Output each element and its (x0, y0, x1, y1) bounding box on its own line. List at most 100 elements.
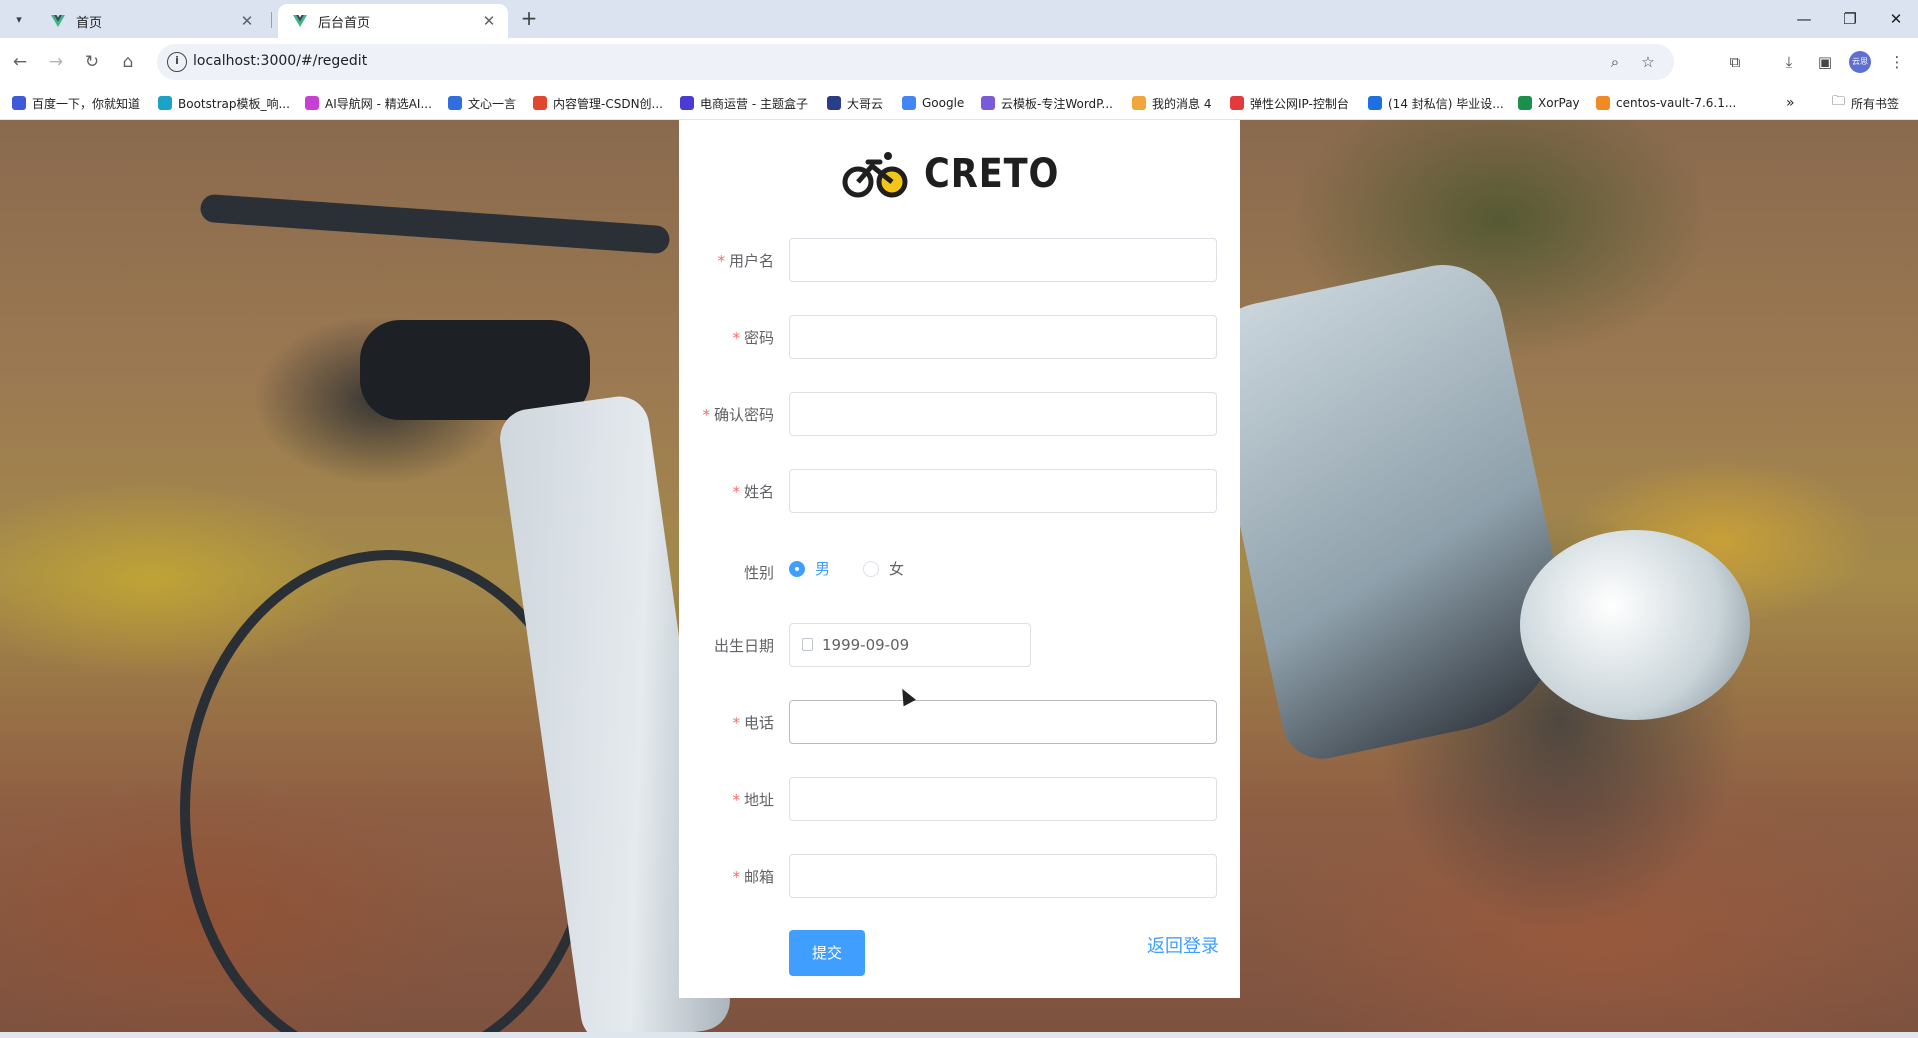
back-icon[interactable]: ← (6, 48, 34, 76)
birthday-row: 出生日期 1999-09-09 (679, 623, 1240, 667)
bookmark-item[interactable]: 大哥云 (827, 94, 883, 112)
phone-label: * 电话 (732, 714, 774, 732)
tab-search-button[interactable]: ▾ (8, 8, 30, 30)
register-card: CRETO * 用户名 * 密码 * 确认密码 * 姓名 性别 男 女 出生日期… (679, 120, 1240, 998)
folder-icon: 🗀 (1832, 94, 1846, 109)
bookmarks-bar: 百度一下，你就知道 Bootstrap模板_响... AI导航网 - 精选AI.… (0, 86, 1918, 120)
birthday-label: 出生日期 (713, 637, 774, 655)
bookmark-favicon-icon (1132, 96, 1146, 110)
forward-icon[interactable]: → (42, 48, 70, 76)
back-to-login-link[interactable]: 返回登录 (1147, 932, 1219, 958)
password-label: * 密码 (732, 329, 774, 347)
site-info-icon[interactable]: i (167, 52, 187, 72)
bookmark-item[interactable]: Google (902, 94, 964, 112)
birthday-value: 1999-09-09 (822, 636, 910, 654)
brand-header: CRETO (679, 144, 1240, 204)
bookmark-item[interactable]: XorPay (1518, 94, 1580, 112)
background-photo-handlebar (199, 193, 671, 255)
bookmark-favicon-icon (680, 96, 694, 110)
tab-title: 后台首页 (318, 15, 371, 31)
name-label: * 姓名 (732, 483, 774, 501)
bookmark-favicon-icon (12, 96, 26, 110)
url-text[interactable]: localhost:3000/#/regedit (193, 53, 367, 69)
bookmark-item[interactable]: centos-vault-7.6.1... (1596, 94, 1736, 112)
bookmark-favicon-icon (448, 96, 462, 110)
minimize-button[interactable]: — (1784, 4, 1824, 34)
gender-label: 性别 (743, 564, 774, 582)
calendar-icon (802, 638, 813, 651)
submit-button[interactable]: 提交 (789, 930, 865, 976)
bookmark-item[interactable]: 百度一下，你就知道 (12, 94, 140, 112)
gender-radio-female[interactable]: 女 (863, 558, 904, 579)
address-input[interactable] (789, 777, 1217, 821)
close-icon[interactable]: ✕ (238, 12, 256, 30)
username-label: * 用户名 (717, 252, 774, 270)
bookmark-item[interactable]: 内容管理-CSDN创... (533, 94, 663, 112)
vue-logo-icon (293, 15, 307, 27)
all-bookmarks-folder[interactable]: 🗀 所有书签 (1832, 94, 1899, 112)
bookmark-item[interactable]: 弹性公网IP-控制台 (1230, 94, 1349, 112)
more-bookmarks-icon[interactable]: » (1786, 94, 1795, 112)
close-icon[interactable]: ✕ (480, 12, 498, 30)
radio-unchecked-icon (863, 560, 879, 577)
radio-checked-icon (789, 560, 805, 577)
bookmark-favicon-icon (1518, 96, 1532, 110)
bookmark-item[interactable]: 文心一言 (448, 94, 516, 112)
bicycle-logo-icon (842, 152, 908, 198)
bookmark-favicon-icon (981, 96, 995, 110)
bookmark-favicon-icon (305, 96, 319, 110)
tab-admin-home[interactable]: 后台首页 ✕ (278, 4, 508, 38)
bookmark-item[interactable]: (14 封私信) 毕业设... (1368, 94, 1504, 112)
bookmark-favicon-icon (158, 96, 172, 110)
confirm-password-row: * 确认密码 (679, 392, 1240, 436)
address-label: * 地址 (732, 791, 774, 809)
brand-name: CRETO (923, 151, 1059, 197)
phone-input[interactable] (789, 700, 1217, 744)
email-row: * 邮箱 (679, 854, 1240, 898)
password-row: * 密码 (679, 315, 1240, 359)
bookmark-favicon-icon (533, 96, 547, 110)
side-panel-icon[interactable]: ▣ (1813, 50, 1837, 74)
confirm-password-label: * 确认密码 (702, 406, 774, 424)
name-row: * 姓名 (679, 469, 1240, 513)
username-input[interactable] (789, 238, 1217, 282)
background-photo-rider (1195, 253, 1585, 767)
profile-avatar[interactable]: 云思 (1849, 51, 1871, 73)
address-row: * 地址 (679, 777, 1240, 821)
address-bar[interactable]: i localhost:3000/#/regedit ⌕ ☆ (157, 44, 1674, 80)
download-icon[interactable]: ⤓ (1777, 50, 1801, 74)
close-window-button[interactable]: ✕ (1876, 4, 1916, 34)
zoom-icon[interactable]: ⌕ (1604, 51, 1626, 73)
gender-radio-male[interactable]: 男 (789, 558, 830, 579)
bookmark-favicon-icon (1230, 96, 1244, 110)
restore-button[interactable]: ❐ (1830, 4, 1870, 34)
tab-title: 首页 (76, 15, 103, 31)
bookmark-item[interactable]: Bootstrap模板_响... (158, 94, 290, 112)
tab-separator (271, 12, 272, 28)
bookmark-item[interactable]: AI导航网 - 精选AI... (305, 94, 432, 112)
bookmark-favicon-icon (902, 96, 916, 110)
background-photo-helmet (1520, 530, 1750, 720)
gender-row: 性别 男 女 (679, 546, 1240, 590)
bookmark-star-icon[interactable]: ☆ (1637, 51, 1659, 73)
reload-icon[interactable]: ↻ (78, 48, 106, 76)
name-input[interactable] (789, 469, 1217, 513)
bookmark-item[interactable]: 云模板-专注WordP... (981, 94, 1113, 112)
bookmark-favicon-icon (827, 96, 841, 110)
browser-toolbar: ← → ↻ ⌂ i localhost:3000/#/regedit ⌕ ☆ ⧉… (0, 38, 1918, 86)
email-input[interactable] (789, 854, 1217, 898)
bookmark-favicon-icon (1368, 96, 1382, 110)
phone-row: * 电话 (679, 700, 1240, 744)
extensions-icon[interactable]: ⧉ (1723, 50, 1747, 74)
new-tab-button[interactable]: + (517, 7, 541, 31)
browser-tab-bar: ▾ 首页 ✕ 后台首页 ✕ + — ❐ ✕ (0, 0, 1918, 38)
confirm-password-input[interactable] (789, 392, 1217, 436)
home-icon[interactable]: ⌂ (114, 48, 142, 76)
username-row: * 用户名 (679, 238, 1240, 282)
bookmark-item[interactable]: 电商运营 - 主题盒子 (680, 94, 808, 112)
birthday-date-picker[interactable]: 1999-09-09 (789, 623, 1031, 667)
password-input[interactable] (789, 315, 1217, 359)
bookmark-item[interactable]: 我的消息 4 (1132, 94, 1211, 112)
tab-home[interactable]: 首页 ✕ (36, 4, 266, 38)
menu-icon[interactable]: ⋮ (1885, 50, 1909, 74)
